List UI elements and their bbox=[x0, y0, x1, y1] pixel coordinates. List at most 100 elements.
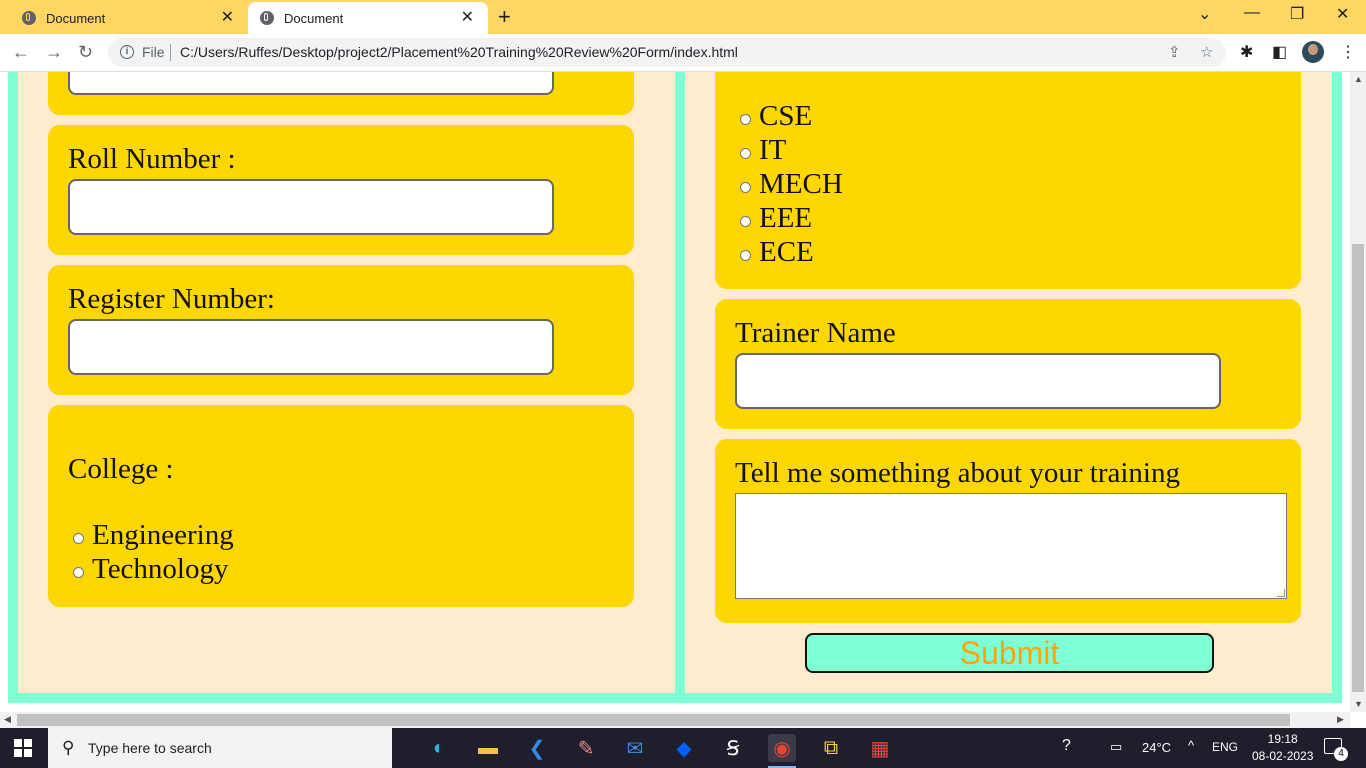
menu-kebab-icon[interactable]: ⋮ bbox=[1340, 42, 1356, 62]
vertical-scrollbar[interactable]: ▲ ▼ bbox=[1350, 72, 1366, 712]
url-text[interactable]: C:/Users/Ruffes/Desktop/project2/Placeme… bbox=[180, 44, 738, 60]
page-viewport: Roll Number : Register Number: College :… bbox=[0, 72, 1350, 712]
globe-icon bbox=[22, 11, 36, 25]
tab-search-chevron-icon[interactable]: ⌄ bbox=[1198, 4, 1211, 24]
radio-label: IT bbox=[759, 134, 787, 166]
close-tab-icon[interactable]: ✕ bbox=[461, 9, 474, 27]
side-panel-icon[interactable]: ◧ bbox=[1272, 42, 1287, 62]
weather-text[interactable]: 24°C bbox=[1142, 740, 1171, 755]
vertical-scroll-thumb[interactable] bbox=[1352, 244, 1364, 692]
site-info-icon[interactable]: i bbox=[120, 45, 134, 59]
trainer-name-label: Trainer Name bbox=[735, 317, 896, 349]
trainer-name-input[interactable] bbox=[735, 353, 1221, 409]
close-tab-icon[interactable]: ✕ bbox=[221, 9, 234, 27]
radio-button[interactable] bbox=[740, 114, 751, 125]
department-option-it[interactable]: IT bbox=[740, 134, 786, 167]
taskbar: ⚲ Type here to search ◐ ▬ ❮ ✎ ✉ ◆ Ꞩ ◉ ⧉ … bbox=[0, 728, 1366, 768]
scroll-up-icon[interactable]: ▲ bbox=[1354, 74, 1363, 84]
tab-title: Document bbox=[46, 10, 106, 26]
new-tab-icon[interactable]: + bbox=[498, 5, 511, 29]
college-label: College : bbox=[68, 453, 174, 485]
vscode-icon[interactable]: ❮ bbox=[523, 734, 551, 762]
reload-icon[interactable]: ↻ bbox=[78, 41, 93, 63]
department-card: CSE IT MECH EEE ECE bbox=[715, 72, 1301, 289]
browser-toolbar: ← → ↻ i File C:/Users/Ruffes/Desktop/pro… bbox=[0, 34, 1366, 72]
mail-icon[interactable]: ✉ bbox=[621, 734, 649, 762]
roll-number-label: Roll Number : bbox=[68, 143, 236, 175]
address-bar[interactable]: i File C:/Users/Ruffes/Desktop/project2/… bbox=[108, 38, 1226, 67]
roll-number-card: Roll Number : bbox=[48, 125, 634, 255]
scroll-down-icon[interactable]: ▼ bbox=[1354, 699, 1363, 709]
taskbar-search[interactable]: ⚲ Type here to search bbox=[48, 728, 392, 768]
tab-strip: Document ✕ Document ✕ + ⌄ — ❐ ✕ bbox=[0, 0, 1366, 34]
feedback-label: Tell me something about your training bbox=[735, 457, 1180, 489]
clock-date: 08-02-2023 bbox=[1252, 749, 1314, 763]
clock-time: 19:18 bbox=[1267, 732, 1298, 746]
trainer-name-card: Trainer Name bbox=[715, 299, 1301, 429]
radio-label: CSE bbox=[759, 100, 813, 132]
radio-button[interactable] bbox=[740, 182, 751, 193]
bookmark-star-icon[interactable]: ☆ bbox=[1200, 43, 1213, 61]
feedback-textarea[interactable] bbox=[735, 493, 1287, 599]
horizontal-scrollbar[interactable]: ◀ ▶ bbox=[0, 712, 1350, 728]
search-placeholder: Type here to search bbox=[88, 740, 212, 756]
department-option-cse[interactable]: CSE bbox=[740, 100, 812, 133]
python-icon[interactable]: ⧉ bbox=[817, 734, 845, 762]
clock[interactable]: 19:18 08-02-2023 bbox=[1252, 731, 1313, 765]
divider bbox=[170, 44, 171, 61]
radio-label: Engineering bbox=[92, 519, 234, 551]
search-icon: ⚲ bbox=[62, 738, 75, 757]
language-indicator[interactable]: ENG bbox=[1212, 740, 1238, 754]
forward-icon[interactable]: → bbox=[45, 41, 63, 63]
share-icon[interactable]: ⇪ bbox=[1168, 43, 1181, 61]
tray-chevron-icon[interactable]: ^ bbox=[1188, 738, 1194, 753]
radio-label: MECH bbox=[759, 168, 843, 200]
college-option-technology[interactable]: Technology bbox=[73, 553, 229, 586]
office-icon[interactable]: ▦ bbox=[866, 734, 894, 762]
weather-icon[interactable]: ▭ bbox=[1110, 739, 1122, 755]
close-window-icon[interactable]: ✕ bbox=[1336, 4, 1349, 24]
chrome-icon[interactable]: ◉ bbox=[768, 734, 796, 768]
radio-button[interactable] bbox=[73, 567, 84, 578]
radio-button[interactable] bbox=[740, 216, 751, 227]
help-icon[interactable]: ? bbox=[1062, 737, 1071, 755]
radio-button[interactable] bbox=[740, 148, 751, 159]
college-option-engineering[interactable]: Engineering bbox=[73, 519, 234, 552]
register-number-card: Register Number: bbox=[48, 265, 634, 395]
scheme-label: File bbox=[142, 44, 165, 60]
profile-avatar[interactable] bbox=[1302, 41, 1324, 63]
submit-button[interactable]: Submit bbox=[805, 633, 1214, 673]
roll-number-input[interactable] bbox=[68, 179, 554, 235]
tab-document-2[interactable]: Document ✕ bbox=[248, 2, 488, 34]
name-card bbox=[48, 72, 634, 115]
minimize-icon[interactable]: — bbox=[1244, 4, 1260, 22]
department-option-mech[interactable]: MECH bbox=[740, 168, 843, 201]
radio-label: ECE bbox=[759, 236, 814, 268]
radio-label: EEE bbox=[759, 202, 813, 234]
scroll-right-icon[interactable]: ▶ bbox=[1337, 714, 1344, 725]
register-number-input[interactable] bbox=[68, 319, 554, 375]
edge-icon[interactable]: ◐ bbox=[425, 734, 453, 762]
back-icon[interactable]: ← bbox=[12, 41, 30, 63]
feedback-card: Tell me something about your training bbox=[715, 439, 1301, 623]
scroll-left-icon[interactable]: ◀ bbox=[4, 714, 11, 725]
tab-title: Document bbox=[284, 10, 344, 26]
tab-document-1[interactable]: Document ✕ bbox=[8, 2, 248, 34]
name-input[interactable] bbox=[68, 72, 554, 95]
notification-count: 4 bbox=[1334, 747, 1348, 761]
sublime-icon[interactable]: Ꞩ bbox=[719, 734, 747, 762]
radio-label: Technology bbox=[92, 553, 229, 585]
department-option-eee[interactable]: EEE bbox=[740, 202, 812, 235]
extensions-icon[interactable]: ✱ bbox=[1240, 42, 1253, 62]
file-explorer-icon[interactable]: ▬ bbox=[474, 734, 502, 762]
register-number-label: Register Number: bbox=[68, 283, 275, 315]
radio-button[interactable] bbox=[740, 250, 751, 261]
windows-start-icon[interactable] bbox=[14, 739, 32, 757]
college-card: College : Engineering Technology bbox=[48, 405, 634, 607]
paint-icon[interactable]: ✎ bbox=[572, 734, 600, 762]
dropbox-icon[interactable]: ◆ bbox=[670, 734, 698, 762]
department-option-ece[interactable]: ECE bbox=[740, 236, 814, 269]
horizontal-scroll-thumb[interactable] bbox=[17, 714, 1290, 726]
restore-icon[interactable]: ❐ bbox=[1290, 4, 1304, 24]
radio-button[interactable] bbox=[73, 533, 84, 544]
